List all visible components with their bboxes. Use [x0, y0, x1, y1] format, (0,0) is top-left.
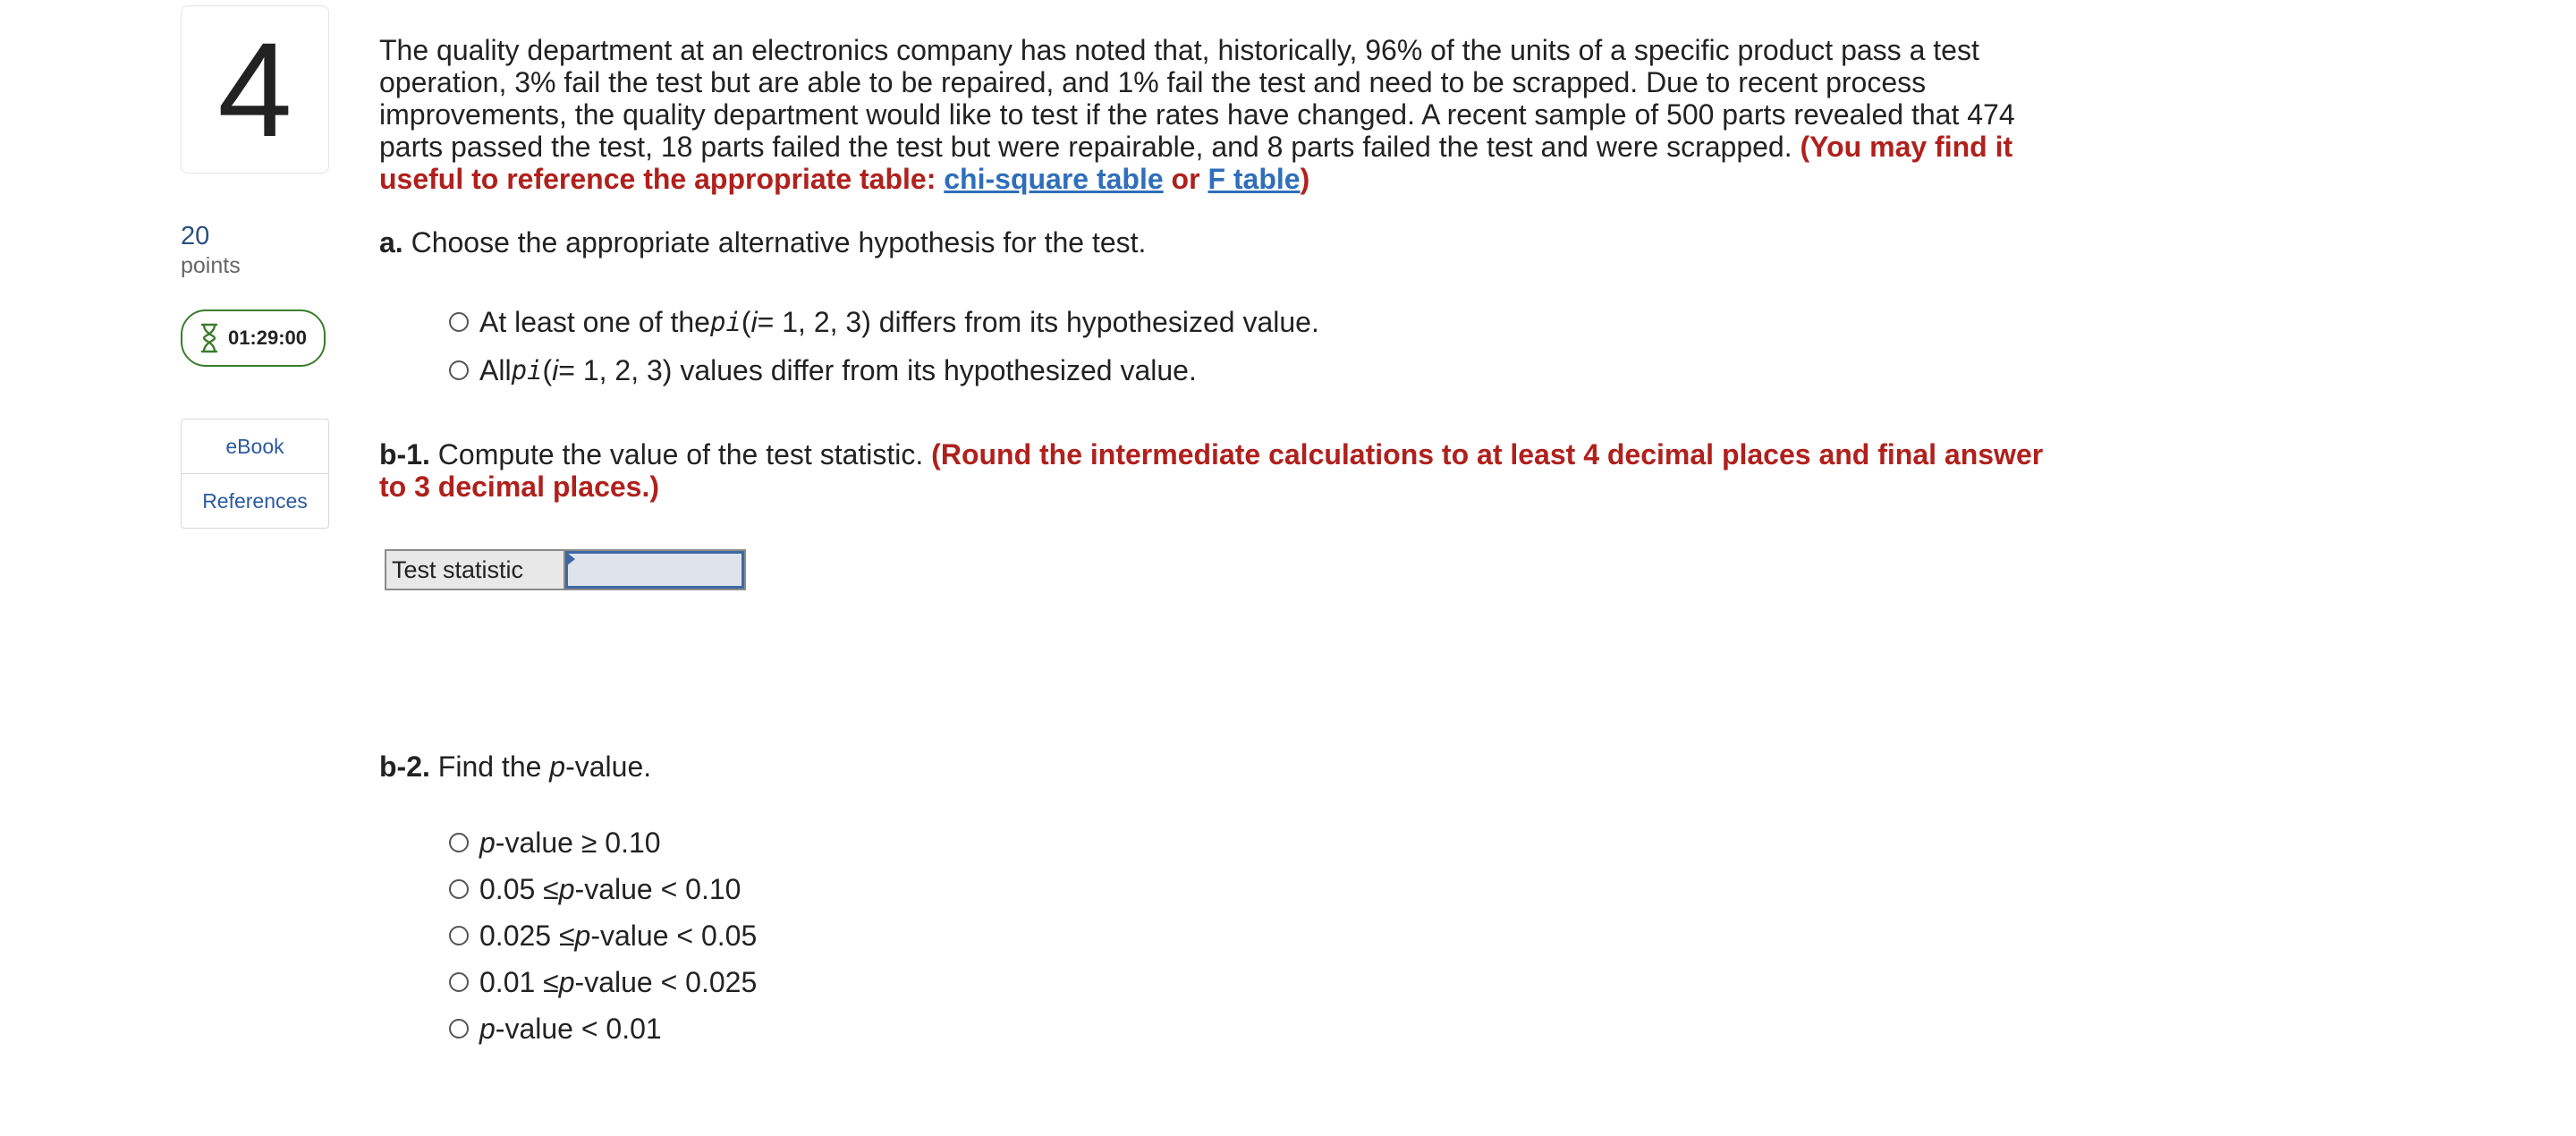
p-var: p: [558, 965, 575, 998]
part-b1-prompt: b-1. Compute the value of the test stati…: [379, 438, 2061, 503]
hourglass-icon: [200, 323, 218, 353]
option-text: -value < 0.05: [590, 919, 758, 952]
part-b2-options: p -value ≥ 0.10 0.05 ≤ p -value < 0.10 0.0…: [449, 825, 2061, 1047]
points-label: points: [181, 253, 241, 278]
f-table-link[interactable]: F table: [1208, 163, 1300, 195]
index-var: i: [552, 353, 559, 386]
option-text: (: [741, 305, 751, 338]
radio-button[interactable]: [449, 833, 469, 852]
option-text: 0.01 ≤: [479, 965, 559, 998]
question-stem: The quality department at an electronics…: [379, 34, 2061, 195]
p-var: p: [558, 872, 575, 905]
ebook-button[interactable]: eBook: [182, 420, 328, 473]
hint-suffix: ): [1300, 163, 1310, 195]
option-text: At least one of the: [479, 305, 710, 338]
question-sidebar: 4 20 points 01:29:00 eBook References: [181, 5, 329, 529]
part-b2-option-4[interactable]: 0.01 ≤ p -value < 0.025: [449, 964, 2061, 1000]
question-body: The quality department at an electronics…: [379, 34, 2061, 1047]
part-b2-label: b-2.: [379, 750, 430, 783]
test-statistic-label: Test statistic: [386, 551, 565, 589]
part-b2-text: Find the: [437, 750, 550, 783]
option-text: -value < 0.025: [574, 965, 758, 998]
pi-symbol: pi: [511, 355, 543, 386]
test-statistic-row: Test statistic: [385, 549, 746, 590]
p-var: p: [549, 750, 566, 783]
part-a-label: a.: [379, 226, 403, 259]
test-statistic-input[interactable]: [565, 551, 744, 589]
option-text: -value ≥ 0.10: [495, 826, 661, 859]
tools-panel: eBook References: [181, 419, 329, 529]
part-a-options: At least one of the pi (i = 1, 2, 3) dif…: [449, 304, 2061, 388]
part-a-prompt: a. Choose the appropriate alternative hy…: [379, 225, 2061, 259]
option-text: -value < 0.10: [574, 872, 741, 905]
part-a-text: Choose the appropriate alternative hypot…: [411, 226, 1147, 259]
part-b2-option-5[interactable]: p -value < 0.01: [449, 1011, 2061, 1047]
radio-button[interactable]: [449, 879, 469, 899]
p-var: p: [479, 1012, 496, 1045]
timer-badge[interactable]: 01:29:00: [181, 309, 326, 367]
option-text: -value < 0.01: [495, 1012, 662, 1045]
option-text: (: [542, 353, 553, 386]
radio-button[interactable]: [449, 360, 469, 380]
part-b2-option-1[interactable]: p -value ≥ 0.10: [449, 825, 2061, 860]
part-b2-option-2[interactable]: 0.05 ≤ p -value < 0.10: [449, 871, 2061, 907]
p-var: p: [574, 919, 591, 952]
part-b1-label: b-1.: [379, 438, 430, 471]
radio-button[interactable]: [449, 926, 469, 945]
pi-symbol: pi: [709, 307, 741, 337]
part-b1-text: Compute the value of the test statistic.: [437, 438, 924, 471]
question-number: 4: [181, 5, 329, 174]
part-a-option-2[interactable]: All pi (i = 1, 2, 3) values differ from …: [449, 352, 2061, 388]
radio-button[interactable]: [449, 1019, 469, 1039]
chi-square-table-link[interactable]: chi-square table: [944, 163, 1163, 195]
radio-button[interactable]: [449, 312, 469, 332]
timer-text: 01:29:00: [227, 326, 308, 349]
part-a-option-1[interactable]: At least one of the pi (i = 1, 2, 3) dif…: [449, 304, 2061, 340]
references-button[interactable]: References: [182, 473, 328, 528]
cell-marker-icon: [566, 552, 575, 566]
points-value: 20: [181, 222, 210, 250]
p-var: p: [479, 826, 496, 859]
part-b2-option-3[interactable]: 0.025 ≤ p -value < 0.05: [449, 918, 2061, 954]
part-b2-text-end: -value.: [565, 750, 652, 783]
part-b2-prompt: b-2. Find the p-value.: [379, 750, 2061, 784]
option-text: = 1, 2, 3) values differ from its hypoth…: [558, 353, 1197, 386]
hint-or: or: [1163, 163, 1208, 195]
option-text: 0.025 ≤: [479, 919, 575, 952]
option-text: = 1, 2, 3) differs from its hypothesized…: [757, 305, 1319, 338]
option-text: 0.05 ≤: [479, 872, 559, 905]
option-text: All: [479, 353, 512, 386]
index-var: i: [750, 305, 758, 338]
stem-text: The quality department at an electronics…: [379, 34, 2015, 163]
radio-button[interactable]: [449, 972, 469, 992]
